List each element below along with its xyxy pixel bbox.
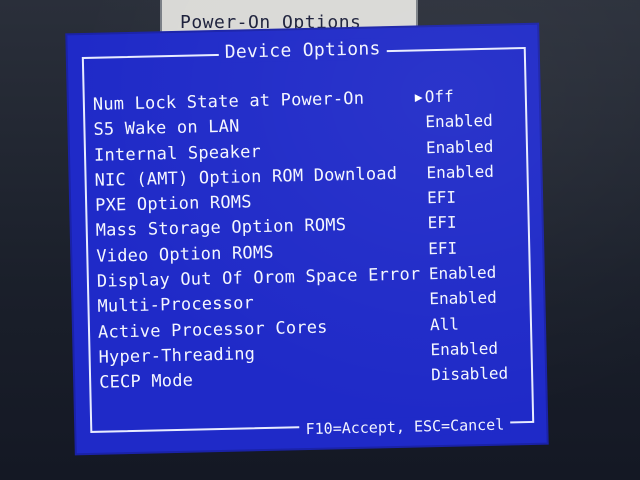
option-label: Video Option ROMS xyxy=(96,242,274,267)
options-list: Num Lock State at Power-On ▶ Off S5 Wake… xyxy=(93,85,520,398)
option-value[interactable]: All xyxy=(430,314,459,334)
option-value[interactable]: Enabled xyxy=(429,288,497,309)
option-label: PXE Option ROMS xyxy=(94,192,252,216)
option-label: CECP Mode xyxy=(98,370,194,394)
option-value[interactable]: Enabled xyxy=(425,111,493,132)
option-label: Mass Storage Option ROMS xyxy=(95,215,347,242)
selection-pointer-icon: ▶ xyxy=(414,90,423,106)
option-value[interactable]: Disabled xyxy=(431,364,508,385)
option-value[interactable]: EFI xyxy=(428,238,457,258)
option-value[interactable]: Enabled xyxy=(426,162,494,183)
option-value[interactable]: Enabled xyxy=(430,339,498,360)
option-value[interactable]: Enabled xyxy=(429,263,497,284)
option-value[interactable]: Enabled xyxy=(426,136,494,157)
option-label: Multi-Processor xyxy=(97,293,255,318)
option-label: Active Processor Cores xyxy=(97,317,328,343)
option-label: Internal Speaker xyxy=(93,141,262,166)
bios-screen: Power-On Options Device Options Num Lock… xyxy=(0,0,640,480)
option-label: S5 Wake on LAN xyxy=(93,116,240,141)
option-value[interactable]: EFI xyxy=(427,188,456,208)
option-value[interactable]: EFI xyxy=(427,213,456,233)
device-options-dialog: Device Options Num Lock State at Power-O… xyxy=(67,24,547,454)
option-value[interactable]: Off xyxy=(425,87,454,107)
option-label: Hyper-Threading xyxy=(98,344,256,368)
